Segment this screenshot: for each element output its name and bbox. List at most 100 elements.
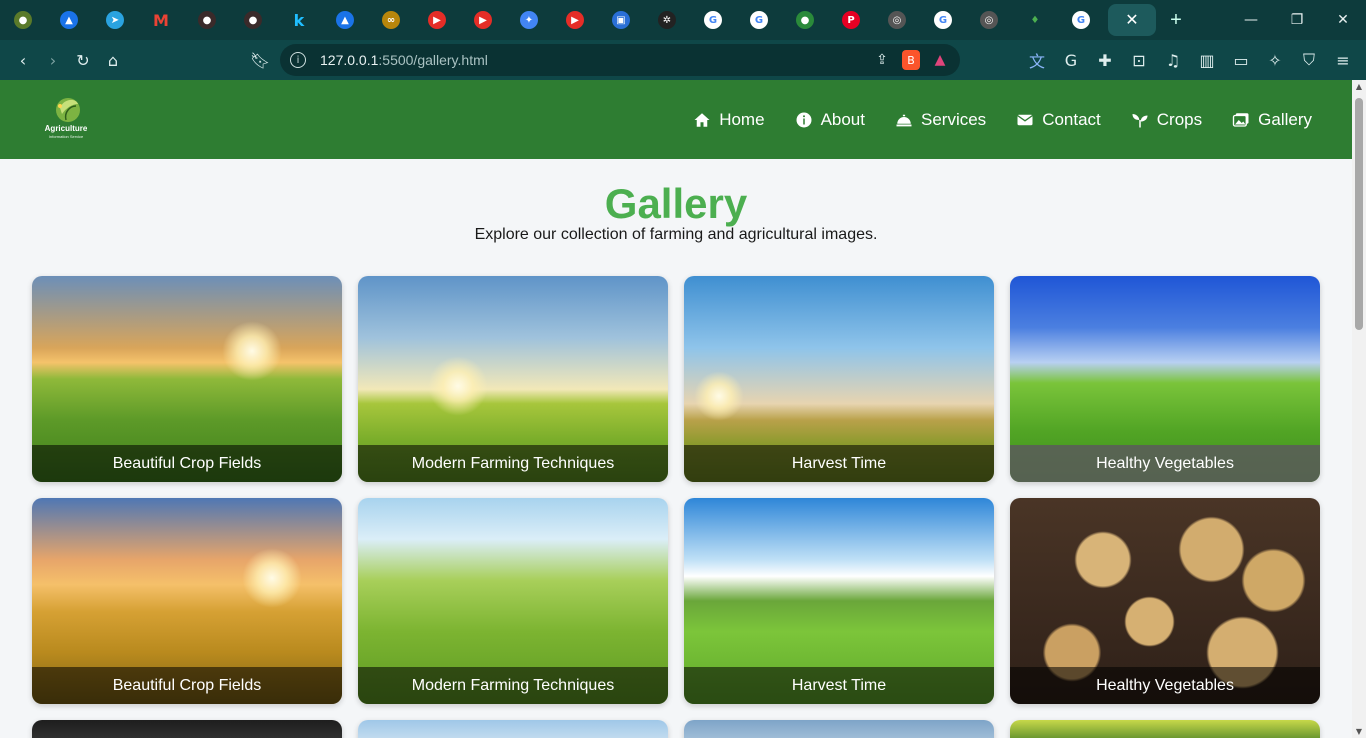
nav-crops[interactable]: Crops — [1131, 110, 1202, 130]
leo-ai-icon[interactable]: ✧ — [1260, 45, 1290, 75]
gemini-icon: ✦ — [520, 11, 538, 29]
tab-favicon[interactable]: ▲ — [322, 0, 368, 40]
maximize-button[interactable]: ❐ — [1274, 0, 1320, 40]
address-bar[interactable]: i 127.0.0.1:5500/gallery.html ⇪ B ▲ — [280, 44, 960, 76]
tab-favicon[interactable]: ◎ — [874, 0, 920, 40]
gallery-card[interactable]: Healthy Vegetables — [1010, 498, 1320, 704]
wallet-icon[interactable]: ▭ — [1226, 45, 1256, 75]
card-caption: Harvest Time — [684, 445, 994, 482]
url-text[interactable]: 127.0.0.1:5500/gallery.html — [320, 52, 488, 68]
window-controls: — ❐ ✕ — [1228, 0, 1366, 40]
minimize-button[interactable]: — — [1228, 0, 1274, 40]
menu-icon[interactable]: ≡ — [1328, 45, 1358, 75]
page-subtitle: Explore our collection of farming and ag… — [474, 226, 878, 243]
tab-favicon[interactable]: ▣ — [598, 0, 644, 40]
gallery-image — [358, 720, 668, 738]
card-caption: Beautiful Crop Fields — [32, 667, 342, 704]
tab-favicon[interactable]: ♦ — [1012, 0, 1058, 40]
tab-favicon[interactable]: G — [1058, 0, 1104, 40]
vpn-icon[interactable]: ⛉ — [1294, 45, 1324, 75]
tab-favicon[interactable]: G — [920, 0, 966, 40]
tab-favicon[interactable]: k — [276, 0, 322, 40]
sidebar-icon[interactable]: ▥ — [1192, 45, 1222, 75]
nav-home-label: Home — [719, 109, 765, 129]
tab-favicon[interactable]: ➤ — [92, 0, 138, 40]
logo-text: Agriculture — [44, 124, 88, 133]
nav-services-label: Services — [921, 109, 987, 129]
scroll-up-icon[interactable]: ▲ — [1355, 82, 1363, 91]
service-bell-icon — [896, 114, 912, 126]
tab-favicon[interactable]: ● — [0, 0, 46, 40]
gallery-card[interactable]: Harvest Time — [684, 498, 994, 704]
home-icon — [694, 112, 710, 127]
tab-favicon[interactable]: G — [690, 0, 736, 40]
reload-icon: ↻ — [76, 50, 90, 70]
tab-favicon[interactable]: ● — [184, 0, 230, 40]
nav-home[interactable]: Home — [693, 109, 765, 130]
gallery-card[interactable]: Modern Farming Techniques — [358, 498, 668, 704]
brave-rewards-icon[interactable]: ▲ — [928, 48, 952, 72]
scroll-down-icon[interactable]: ▼ — [1355, 727, 1363, 736]
nav-services[interactable]: Services — [895, 110, 986, 130]
bookmark-button[interactable]: 🔖︎ — [245, 45, 275, 75]
openai-icon: ✲ — [658, 11, 676, 29]
tab-favicon[interactable]: G — [736, 0, 782, 40]
nav-crops-label: Crops — [1156, 109, 1203, 129]
screenshot-icon[interactable]: ⊡ — [1124, 45, 1154, 75]
info-icon[interactable]: i — [290, 52, 306, 68]
active-tab-close-button[interactable]: ✕ — [1108, 4, 1156, 36]
grammar-icon[interactable]: G — [1056, 45, 1086, 75]
tab-favicon[interactable]: ▶ — [460, 0, 506, 40]
envelope-icon — [1017, 114, 1034, 125]
media-icon[interactable]: ♫ — [1158, 45, 1188, 75]
gallery-card[interactable] — [684, 720, 994, 738]
gallery-card[interactable]: Harvest Time — [684, 276, 994, 482]
tab-favicon[interactable]: ◎ — [966, 0, 1012, 40]
nav-gallery[interactable]: Gallery — [1232, 110, 1312, 130]
gallery-card[interactable] — [1010, 720, 1320, 738]
tab-favicon[interactable]: ∞ — [368, 0, 414, 40]
tab-favicon[interactable]: ● — [782, 0, 828, 40]
arrow-right-icon: › — [49, 50, 57, 70]
brave-shields-icon[interactable]: B — [902, 50, 920, 70]
google-icon: G — [704, 11, 722, 29]
gallery-card[interactable] — [358, 720, 668, 738]
nav-gallery-label: Gallery — [1258, 109, 1312, 129]
forward-button[interactable]: › — [38, 45, 68, 75]
tab-favicon[interactable]: ▶ — [414, 0, 460, 40]
tab-favicon[interactable]: ● — [230, 0, 276, 40]
gallery-card[interactable]: Healthy Vegetables — [1010, 276, 1320, 482]
tab-favicon[interactable]: ▶ — [552, 0, 598, 40]
share-icon[interactable]: ⇪ — [870, 48, 894, 72]
nav-contact[interactable]: Contact — [1016, 110, 1101, 130]
gallery-image — [32, 720, 342, 738]
tab-favicon-icon: ◎ — [980, 11, 998, 29]
reload-button[interactable]: ↻ — [68, 45, 98, 75]
close-window-button[interactable]: ✕ — [1320, 0, 1366, 40]
home-button[interactable]: ⌂ — [98, 45, 128, 75]
tab-favicon[interactable]: ✦ — [506, 0, 552, 40]
gallery-card[interactable]: Beautiful Crop Fields — [32, 498, 342, 704]
page-scrollbar[interactable]: ▲ ▼ — [1352, 80, 1366, 738]
nav-about-label: About — [820, 109, 865, 129]
tab-favicon-icon: ◎ — [888, 11, 906, 29]
new-tab-button[interactable]: + — [1156, 0, 1196, 40]
gallery-card[interactable] — [32, 720, 342, 738]
tab-favicon[interactable]: ✲ — [644, 0, 690, 40]
tab-favicon[interactable]: M — [138, 0, 184, 40]
gallery-card[interactable]: Modern Farming Techniques — [358, 276, 668, 482]
gallery-card[interactable]: Beautiful Crop Fields — [32, 276, 342, 482]
tab-favicon[interactable]: ▲ — [46, 0, 92, 40]
plus-icon: + — [1170, 8, 1182, 31]
pinterest-icon: P — [842, 11, 860, 29]
web-page: Agriculture Information Service Home Abo… — [0, 80, 1352, 738]
info-icon — [796, 112, 812, 127]
back-button[interactable]: ‹ — [8, 45, 38, 75]
extensions-icon[interactable]: ✚ — [1090, 45, 1120, 75]
seedling-icon — [1132, 113, 1148, 127]
scroll-thumb[interactable] — [1355, 98, 1363, 330]
site-logo[interactable]: Agriculture Information Service — [40, 94, 92, 142]
tab-favicon[interactable]: P — [828, 0, 874, 40]
nav-about[interactable]: About — [795, 110, 865, 130]
translate-icon[interactable]: 文 — [1022, 45, 1052, 75]
